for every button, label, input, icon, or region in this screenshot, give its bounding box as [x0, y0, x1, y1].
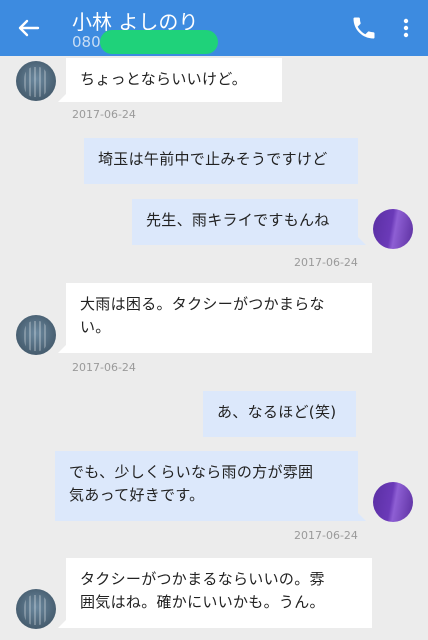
message-text-line: 囲気はね。確かにいいかも。うん。 [80, 593, 325, 611]
message-bubble-outgoing[interactable]: 埼玉は午前中で止みそうですけど [84, 138, 358, 184]
message-text-line: 気あって好きです。 [69, 486, 205, 504]
message-bubble-incoming[interactable]: ちょっとならいいけど。 [58, 58, 282, 102]
message-bubble-incoming[interactable]: タクシーがつかまるならいいの。雰 囲気はね。確かにいいかも。うん。 [58, 558, 372, 628]
message-timestamp: 2017-06-24 [72, 361, 136, 374]
contact-avatar[interactable] [16, 589, 56, 629]
more-vert-icon[interactable] [394, 14, 418, 42]
message-timestamp: 2017-06-24 [294, 256, 358, 269]
message-text-line: い。 [80, 318, 111, 336]
message-text: ちょっとならいいけど。 [80, 70, 248, 88]
user-avatar[interactable] [373, 482, 413, 522]
message-text-line: でも、少しくらいなら雨の方が雰囲 [69, 463, 314, 481]
redaction-mark [100, 30, 218, 54]
message-bubble-outgoing[interactable]: でも、少しくらいなら雨の方が雰囲 気あって好きです。 [55, 451, 366, 521]
message-text: あ、なるほど(笑) [217, 403, 337, 421]
message-text: 先生、雨キライですもんね [146, 211, 330, 229]
back-arrow-icon[interactable] [12, 12, 44, 44]
message-text: 埼玉は午前中で止みそうですけど [98, 150, 328, 168]
message-text-line: タクシーがつかまるならいいの。雰 [80, 570, 325, 588]
message-bubble-outgoing[interactable]: 先生、雨キライですもんね [132, 199, 366, 245]
user-avatar[interactable] [373, 209, 413, 249]
app-bar: 小林 よしのり 080 [0, 0, 428, 56]
message-timestamp: 2017-06-24 [294, 529, 358, 542]
message-bubble-outgoing[interactable]: あ、なるほど(笑) [203, 391, 356, 437]
message-timestamp: 2017-06-24 [72, 108, 136, 121]
contact-phone-number: 080 [72, 33, 101, 51]
phone-icon[interactable] [350, 14, 378, 42]
contact-avatar[interactable] [16, 61, 56, 101]
message-bubble-incoming[interactable]: 大雨は困る。タクシーがつかまらな い。 [58, 283, 372, 353]
contact-avatar[interactable] [16, 315, 56, 355]
message-text-line: 大雨は困る。タクシーがつかまらな [80, 295, 325, 313]
